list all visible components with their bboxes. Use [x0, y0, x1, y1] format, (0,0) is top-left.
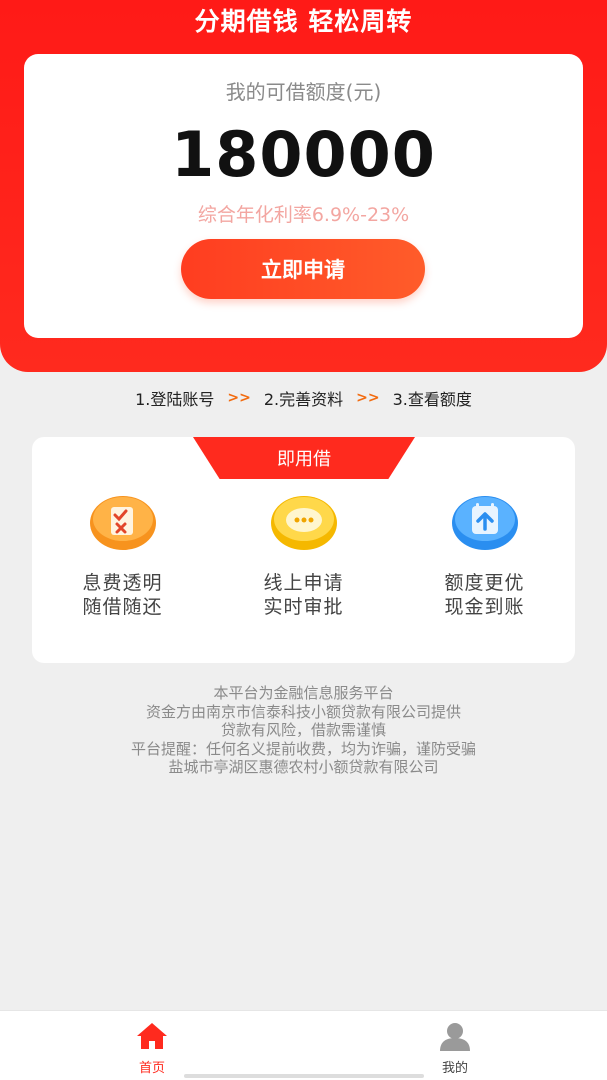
quota-amount: 180000 [171, 118, 436, 191]
feature-line: 现金到账 [444, 596, 525, 618]
disclaimer-line: 贷款有风险，借款需谨慎 [220, 721, 386, 739]
apply-now-button[interactable]: 立即申请 [181, 239, 425, 299]
tab-home[interactable]: 首页 [92, 1021, 212, 1076]
checklist-icon [89, 495, 156, 551]
feature-better-quota: 额度更优 现金到账 [394, 495, 575, 619]
disclaimer: 本平台为金融信息服务平台 资金方由南京市信泰科技小额贷款有限公司提供 贷款有风险… [0, 684, 607, 777]
feature-transparent-fees: 息费透明 随借随还 [32, 495, 213, 619]
quota-label: 我的可借额度(元) [225, 80, 382, 104]
tab-mine[interactable]: 我的 [395, 1021, 515, 1076]
hero-title: 分期借钱 轻松周转 [194, 7, 413, 36]
feature-line: 额度更优 [444, 572, 525, 594]
feature-line: 随借随还 [82, 596, 163, 618]
disclaimer-line: 平台提醒：任何名义提前收费，均为诈骗，谨防受骗 [130, 739, 476, 758]
chat-bubble-icon [270, 495, 337, 551]
feature-tab-label: 即用借 [193, 437, 415, 479]
home-indicator [184, 1074, 424, 1078]
feature-line: 线上申请 [263, 572, 344, 594]
upload-calendar-icon [451, 495, 518, 551]
home-icon [137, 1023, 167, 1049]
interest-rate-text: 综合年化利率6.9%-23% [197, 204, 410, 226]
step-login: 1.登陆账号 [135, 390, 215, 409]
step-view-quota: 3.查看额度 [392, 390, 472, 409]
quota-card: 我的可借额度(元) 180000 综合年化利率6.9%-23% 立即申请 [24, 54, 583, 338]
step-arrow: >> [227, 390, 251, 406]
disclaimer-line: 资金方由南京市信泰科技小额贷款有限公司提供 [145, 702, 461, 721]
feature-line: 实时审批 [263, 596, 344, 618]
disclaimer-line: 本平台为金融信息服务平台 [213, 684, 394, 702]
feature-online-apply: 线上申请 实时审批 [213, 495, 394, 619]
step-arrow: >> [356, 390, 380, 406]
feature-line: 息费透明 [82, 572, 163, 594]
user-icon [440, 1023, 470, 1051]
disclaimer-line: 盐城市亭湖区惠德农村小额贷款有限公司 [168, 758, 439, 776]
feature-card: 即用借 息费透明 随借随还 线上申请 实时审批 额度更优 现金到账 [32, 437, 575, 663]
application-steps: 1.登陆账号 >> 2.完善资料 >> 3.查看额度 [0, 386, 607, 410]
step-complete-info: 2.完善资料 [263, 390, 344, 409]
bottom-tab-bar: 首页 我的 [0, 1010, 607, 1080]
